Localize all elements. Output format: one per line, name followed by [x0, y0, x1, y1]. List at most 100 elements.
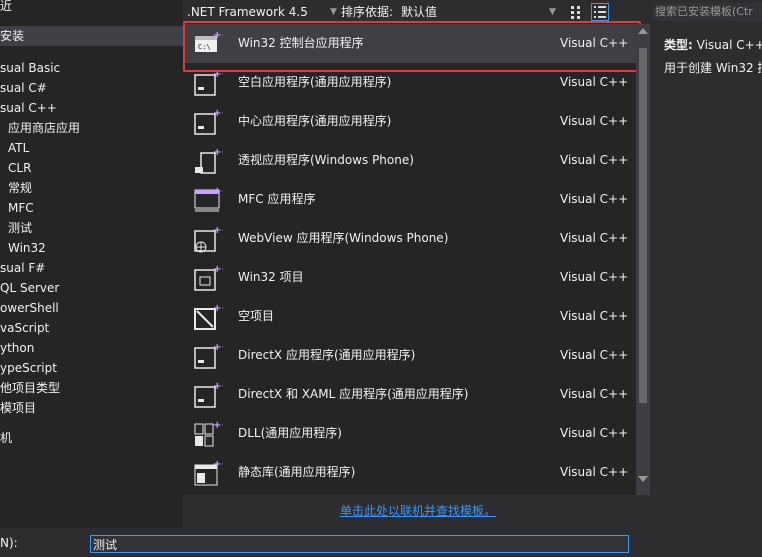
tree-item[interactable]: 安装 — [0, 26, 183, 46]
tree-item-label: 应用商店应用 — [8, 121, 81, 135]
mfc-app-icon: ++ — [193, 186, 230, 214]
template-row[interactable]: ++ WebView 应用程序(Windows Phone) Visual C++ — [183, 219, 636, 258]
template-name: MFC 应用程序 — [238, 192, 316, 206]
framework-value: .NET Framework 4.5 — [187, 5, 308, 19]
tree-item[interactable]: QL Server — [0, 278, 59, 298]
find-templates-online-link[interactable]: 单击此处以联机并查找模板。 — [340, 502, 496, 519]
static-lib-icon: ++ — [193, 459, 230, 487]
tree-item-label: 常规 — [8, 181, 33, 195]
tree-item-label: 机 — [0, 431, 13, 445]
template-row[interactable]: ++ MFC 应用程序 Visual C++ — [183, 180, 636, 219]
selection-highlight — [183, 21, 641, 72]
template-language: Visual C++ — [560, 348, 629, 362]
template-name: DirectX 应用程序(通用应用程序) — [238, 348, 416, 362]
tree-item[interactable]: 常规 — [0, 178, 32, 198]
grid-view-icon — [571, 6, 580, 19]
online-area: 单击此处以联机并查找模板。 — [183, 495, 650, 528]
template-row[interactable]: ++ DLL(通用应用程序) Visual C++ — [183, 414, 636, 453]
grid-view-button[interactable] — [567, 3, 585, 21]
template-list: C:\ ++Win32 控制台应用程序Visual C++ ++空白应用程序(通… — [183, 24, 636, 495]
tree-item[interactable]: 模项目 — [0, 398, 36, 418]
sort-dropdown[interactable]: 默认值 ▼ — [401, 3, 556, 21]
tree-item[interactable]: sual Basic — [0, 58, 60, 78]
template-language: Visual C++ — [560, 270, 629, 284]
list-view-icon — [594, 6, 606, 18]
scrollbar-thumb[interactable] — [639, 48, 647, 403]
template-name: 透视应用程序(Windows Phone) — [238, 153, 414, 167]
sort-label: 排序依据: — [341, 5, 394, 19]
project-name-input[interactable] — [90, 535, 629, 553]
framework-dropdown[interactable]: .NET Framework 4.5 ▼ — [187, 3, 337, 21]
template-list-scrollbar[interactable] — [636, 24, 650, 495]
tree-item[interactable]: CLR — [0, 158, 31, 178]
template-row[interactable]: ++ DirectX 应用程序(通用应用程序) Visual C++ — [183, 336, 636, 375]
template-row[interactable]: ++ Win32 项目 Visual C++ — [183, 258, 636, 297]
dll-icon: ++ — [193, 420, 230, 448]
template-language: Visual C++ — [560, 309, 629, 323]
tree-item[interactable]: 机 — [0, 428, 12, 448]
tree-item[interactable]: sual C# — [0, 78, 47, 98]
template-name: DirectX 和 XAML 应用程序(通用应用程序) — [238, 387, 469, 401]
template-language: Visual C++ — [560, 114, 629, 128]
tree-item[interactable]: 他项目类型 — [0, 378, 60, 398]
search-installed-templates-input[interactable]: 搜索已安装模板(Ctr — [653, 3, 762, 21]
scroll-down-icon[interactable] — [638, 476, 648, 482]
tree-item-label: ATL — [8, 141, 30, 155]
svg-text:++: ++ — [213, 186, 223, 197]
tree-item[interactable]: 应用商店应用 — [0, 118, 80, 138]
tree-item-label: 近 — [0, 0, 13, 13]
tree-item-label: CLR — [8, 161, 32, 175]
tree-item-label: sual F# — [0, 261, 46, 275]
project-name-bar: N): — [0, 528, 762, 557]
tree-item[interactable]: owerShell — [0, 298, 59, 318]
tree-item-label: ypeScript — [0, 361, 57, 375]
scroll-up-icon[interactable] — [638, 28, 648, 34]
template-name: WebView 应用程序(Windows Phone) — [238, 231, 449, 245]
svg-text:++: ++ — [213, 342, 223, 353]
template-row[interactable]: ++ 中心应用程序(通用应用程序) Visual C++ — [183, 102, 636, 141]
tree-item[interactable]: 测试 — [0, 218, 32, 238]
tree-item-label: Win32 — [8, 241, 46, 255]
chevron-down-icon: ▼ — [330, 7, 337, 17]
tree-item[interactable]: Win32 — [0, 238, 46, 258]
template-row[interactable]: ++ 静态库(通用应用程序) Visual C++ — [183, 453, 636, 492]
svg-text:++: ++ — [213, 264, 223, 275]
tree-item[interactable]: ATL — [0, 138, 29, 158]
tree-item[interactable]: sual C++ — [0, 98, 57, 118]
svg-text:++: ++ — [213, 420, 223, 431]
svg-text:++: ++ — [213, 381, 223, 392]
tree-item[interactable]: 近 — [0, 0, 12, 16]
tree-item[interactable]: MFC — [0, 198, 34, 218]
tree-item[interactable]: ython — [0, 338, 34, 358]
blank-app-icon: ++ — [193, 69, 230, 97]
tree-item-label: sual Basic — [0, 61, 61, 75]
tree-item[interactable]: ypeScript — [0, 358, 57, 378]
svg-text:++: ++ — [213, 147, 223, 158]
template-row[interactable]: ++ DirectX 和 XAML 应用程序(通用应用程序) Visual C++ — [183, 375, 636, 414]
tree-item[interactable]: vaScript — [0, 318, 49, 338]
tree-item-label: QL Server — [0, 281, 60, 295]
template-row[interactable]: ++ 空项目 Visual C++ — [183, 297, 636, 336]
template-name: 中心应用程序(通用应用程序) — [238, 114, 392, 128]
svg-text:++: ++ — [213, 459, 223, 470]
pivot-app-icon: ++ — [193, 147, 230, 175]
template-name: 静态库(通用应用程序) — [238, 465, 356, 479]
template-type: 类型: Visual C++ — [664, 36, 762, 53]
directx-xaml-app-icon: ++ — [193, 381, 230, 409]
template-language: Visual C++ — [560, 153, 629, 167]
list-view-button[interactable] — [591, 3, 609, 21]
template-category-tree: 近安装 sual Basic sual C# sual C++ 应用商店应用 ATL CLR… — [0, 0, 183, 528]
template-language: Visual C++ — [560, 192, 629, 206]
directx-app-icon: ++ — [193, 342, 230, 370]
svg-text:++: ++ — [213, 225, 223, 236]
tree-item-label: owerShell — [0, 301, 59, 315]
tree-item[interactable]: sual F# — [0, 258, 45, 278]
sort-value: 默认值 — [401, 5, 438, 19]
template-name: DLL(通用应用程序) — [238, 426, 342, 440]
empty-project-icon: ++ — [193, 303, 230, 331]
tree-item-label: 安装 — [0, 29, 25, 43]
tree-item-label: MFC — [8, 201, 34, 215]
type-label: 类型: — [664, 38, 693, 52]
template-row[interactable]: ++ 透视应用程序(Windows Phone) Visual C++ — [183, 141, 636, 180]
tree-item-label: sual C# — [0, 81, 47, 95]
